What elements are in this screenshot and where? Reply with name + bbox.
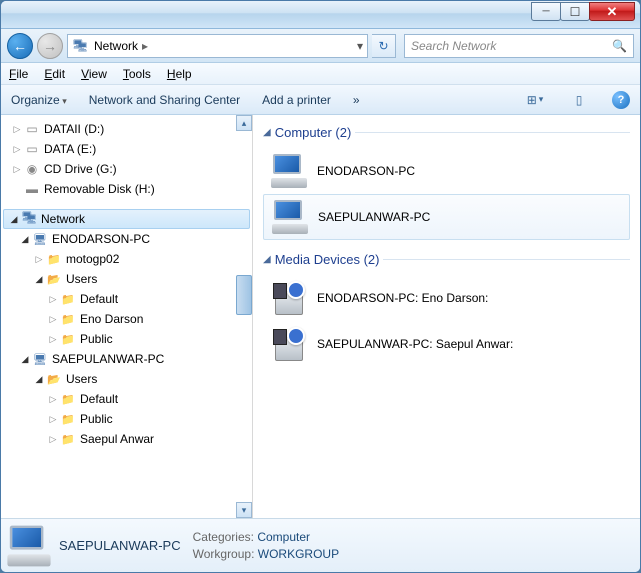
folder-icon [45, 252, 63, 266]
menu-help[interactable]: Help [167, 67, 192, 81]
preview-pane-button[interactable]: ▯ [568, 89, 590, 111]
tree-user-folder[interactable]: ▷Default [1, 389, 252, 409]
breadcrumb-arrow-icon[interactable]: ▸ [142, 39, 148, 53]
folder-icon [59, 292, 77, 306]
close-button[interactable]: ✕ [589, 2, 635, 21]
tree-user-folder[interactable]: ▷Saepul Anwar [1, 429, 252, 449]
organize-button[interactable]: Organize [11, 93, 67, 107]
details-name: SAEPULANWAR-PC [59, 538, 181, 553]
refresh-button[interactable]: ↻ [372, 34, 396, 58]
tree-drive[interactable]: ▷DATAII (D:) [1, 119, 252, 139]
computer-icon [272, 200, 308, 234]
items-view[interactable]: ◢Computer (2) ENODARSON-PC SAEPULANWAR-P… [253, 115, 640, 518]
titlebar[interactable]: ─ ☐ ✕ [1, 1, 640, 29]
details-icon [7, 525, 50, 566]
tree-users-folder[interactable]: ◢Users [1, 269, 252, 289]
network-icon [72, 39, 88, 53]
collapse-icon: ◢ [263, 127, 271, 138]
address-dropdown-icon[interactable]: ▾ [357, 39, 363, 53]
command-bar: Organize Network and Sharing Center Add … [1, 85, 640, 115]
computer-item[interactable]: ENODARSON-PC [263, 148, 630, 194]
forward-button[interactable]: → [37, 33, 63, 59]
details-workgroup-value: WORKGROUP [258, 547, 339, 561]
explorer-window: ─ ☐ ✕ ← → Network ▸ ▾ ↻ Search Network 🔍… [0, 0, 641, 573]
tree-user-folder[interactable]: ▷Public [1, 409, 252, 429]
folder-icon [59, 412, 77, 426]
scroll-down-button[interactable]: ▾ [236, 502, 252, 518]
search-placeholder: Search Network [411, 39, 496, 53]
computer-icon [31, 232, 49, 246]
drive-icon [23, 122, 41, 136]
tree-drive[interactable]: Removable Disk (H:) [1, 179, 252, 199]
computer-icon [31, 352, 49, 366]
folder-icon [59, 312, 77, 326]
menu-tools[interactable]: Tools [123, 67, 151, 81]
help-button[interactable]: ? [612, 91, 630, 109]
group-header-computer[interactable]: ◢Computer (2) [263, 125, 630, 140]
media-device-icon [271, 327, 307, 361]
details-pane: SAEPULANWAR-PC Categories: Computer Work… [1, 518, 640, 572]
back-button[interactable]: ← [7, 33, 33, 59]
cd-icon [23, 162, 41, 176]
scroll-up-button[interactable]: ▴ [236, 115, 252, 131]
users-folder-icon [45, 372, 63, 386]
menu-view[interactable]: View [81, 67, 107, 81]
users-folder-icon [45, 272, 63, 286]
network-sharing-center-button[interactable]: Network and Sharing Center [89, 93, 240, 107]
scroll-thumb[interactable] [236, 275, 252, 315]
computer-icon [271, 154, 307, 188]
drive-icon [23, 142, 41, 156]
tree-user-folder[interactable]: ▷Default [1, 289, 252, 309]
network-icon [20, 211, 38, 228]
removable-icon [23, 182, 41, 196]
search-input[interactable]: Search Network 🔍 [404, 34, 634, 58]
overflow-button[interactable]: » [353, 93, 360, 107]
navigation-tree[interactable]: ▷DATAII (D:) ▷DATA (E:) ▷CD Drive (G:) R… [1, 115, 253, 518]
media-device-item[interactable]: ENODARSON-PC: Eno Darson: [263, 275, 630, 321]
tree-network[interactable]: ◢Network [3, 209, 250, 229]
tree-drive[interactable]: ▷CD Drive (G:) [1, 159, 252, 179]
address-bar[interactable]: Network ▸ ▾ [67, 34, 368, 58]
details-categories-label: Categories: [193, 530, 254, 544]
folder-icon [59, 432, 77, 446]
menu-file[interactable]: File [9, 67, 28, 81]
computer-item[interactable]: SAEPULANWAR-PC [263, 194, 630, 240]
tree-user-folder[interactable]: ▷Public [1, 329, 252, 349]
tree-computer[interactable]: ◢ENODARSON-PC [1, 229, 252, 249]
menu-edit[interactable]: Edit [44, 67, 65, 81]
details-workgroup-label: Workgroup: [193, 547, 255, 561]
minimize-button[interactable]: ─ [531, 2, 561, 21]
tree-user-folder[interactable]: ▷Eno Darson [1, 309, 252, 329]
tree-drive[interactable]: ▷DATA (E:) [1, 139, 252, 159]
maximize-button[interactable]: ☐ [560, 2, 590, 21]
content-area: ▷DATAII (D:) ▷DATA (E:) ▷CD Drive (G:) R… [1, 115, 640, 518]
search-icon[interactable]: 🔍 [612, 39, 627, 53]
details-categories-value: Computer [257, 530, 310, 544]
view-options-button[interactable]: ⊞▾ [524, 89, 546, 111]
tree-users-folder[interactable]: ◢Users [1, 369, 252, 389]
media-device-icon [271, 281, 307, 315]
tree-computer[interactable]: ◢SAEPULANWAR-PC [1, 349, 252, 369]
tree-share[interactable]: ▷motogp02 [1, 249, 252, 269]
folder-icon [59, 332, 77, 346]
address-location: Network [94, 39, 138, 53]
navigation-bar: ← → Network ▸ ▾ ↻ Search Network 🔍 [1, 29, 640, 63]
collapse-icon: ◢ [263, 254, 271, 265]
media-device-item[interactable]: SAEPULANWAR-PC: Saepul Anwar: [263, 321, 630, 367]
add-printer-button[interactable]: Add a printer [262, 93, 331, 107]
group-header-media[interactable]: ◢Media Devices (2) [263, 252, 630, 267]
menu-bar: File Edit View Tools Help [1, 63, 640, 85]
view-icon: ⊞ [527, 93, 537, 107]
folder-icon [59, 392, 77, 406]
